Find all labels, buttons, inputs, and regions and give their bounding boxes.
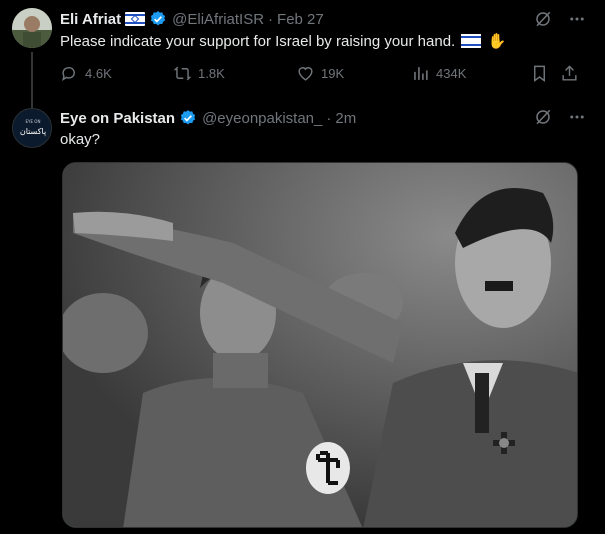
share-icon — [562, 64, 577, 81]
retweet-icon — [173, 66, 192, 80]
tweet-top-actions — [533, 107, 587, 127]
avatar[interactable] — [12, 8, 52, 48]
tweet-text: okay? — [60, 131, 101, 148]
historical-photo — [63, 163, 577, 527]
more-icon[interactable] — [567, 9, 587, 29]
tweet-header: Eli Afriat @EliAfriatISR · Feb 27 — [60, 9, 535, 29]
tweet-text-content: Please indicate your support for Israel … — [60, 33, 456, 50]
display-name[interactable]: Eye on Pakistan — [60, 110, 175, 127]
action-bar: 4.6K 1.8K 19K 434K — [60, 62, 585, 84]
grok-icon[interactable] — [533, 107, 553, 127]
avatar[interactable]: EYE ON پاکستان — [12, 108, 52, 148]
tweet-media-photo[interactable] — [62, 162, 578, 528]
view-count: 434K — [436, 65, 467, 81]
avatar-text: پاکستان — [20, 127, 46, 136]
israel-flag-icon — [125, 12, 146, 26]
views-icon — [414, 66, 428, 80]
heart-icon — [298, 66, 313, 81]
timestamp[interactable]: Feb 27 — [277, 11, 324, 28]
raised-hand-emoji: ✋ — [487, 33, 507, 50]
timeline-feed: Eli Afriat @EliAfriatISR · Feb 27 Please… — [0, 0, 605, 534]
separator: · — [268, 10, 274, 28]
separator: · — [326, 109, 332, 127]
retweet-count: 1.8K — [198, 65, 225, 81]
handle[interactable]: @eyeonpakistan_ — [202, 110, 322, 127]
verified-badge-icon — [151, 11, 166, 26]
display-name[interactable]: Eli Afriat — [60, 11, 121, 28]
more-icon[interactable] — [567, 107, 587, 127]
reply-icon — [62, 66, 75, 81]
reply-button[interactable]: 4.6K — [60, 64, 112, 83]
tweet-eye-on-pakistan[interactable]: EYE ON پاکستان Eye on Pakistan @eyeonpak… — [0, 100, 605, 534]
views-button[interactable]: 434K — [411, 64, 466, 83]
share-button[interactable] — [560, 64, 579, 83]
reply-count: 4.6K — [85, 65, 112, 81]
bookmark-icon — [534, 65, 545, 82]
tweet-header: Eye on Pakistan @eyeonpakistan_ · 2m — [60, 108, 535, 128]
israel-flag-icon — [461, 34, 482, 48]
avatar-small-text: EYE ON — [26, 119, 41, 124]
like-button[interactable]: 19K — [296, 64, 344, 83]
timestamp[interactable]: 2m — [335, 110, 356, 127]
handle[interactable]: @EliAfriatISR — [172, 11, 264, 28]
verified-badge-icon — [180, 110, 196, 125]
bookmark-button[interactable] — [530, 64, 549, 83]
retweet-button[interactable]: 1.8K — [173, 64, 225, 83]
like-count: 19K — [321, 65, 345, 81]
tweet-eli-afriat[interactable]: Eli Afriat @EliAfriatISR · Feb 27 Please… — [0, 0, 605, 110]
tweet-top-actions — [533, 9, 587, 29]
grok-icon[interactable] — [533, 9, 553, 29]
tweet-text: Please indicate your support for Israel … — [60, 32, 585, 52]
